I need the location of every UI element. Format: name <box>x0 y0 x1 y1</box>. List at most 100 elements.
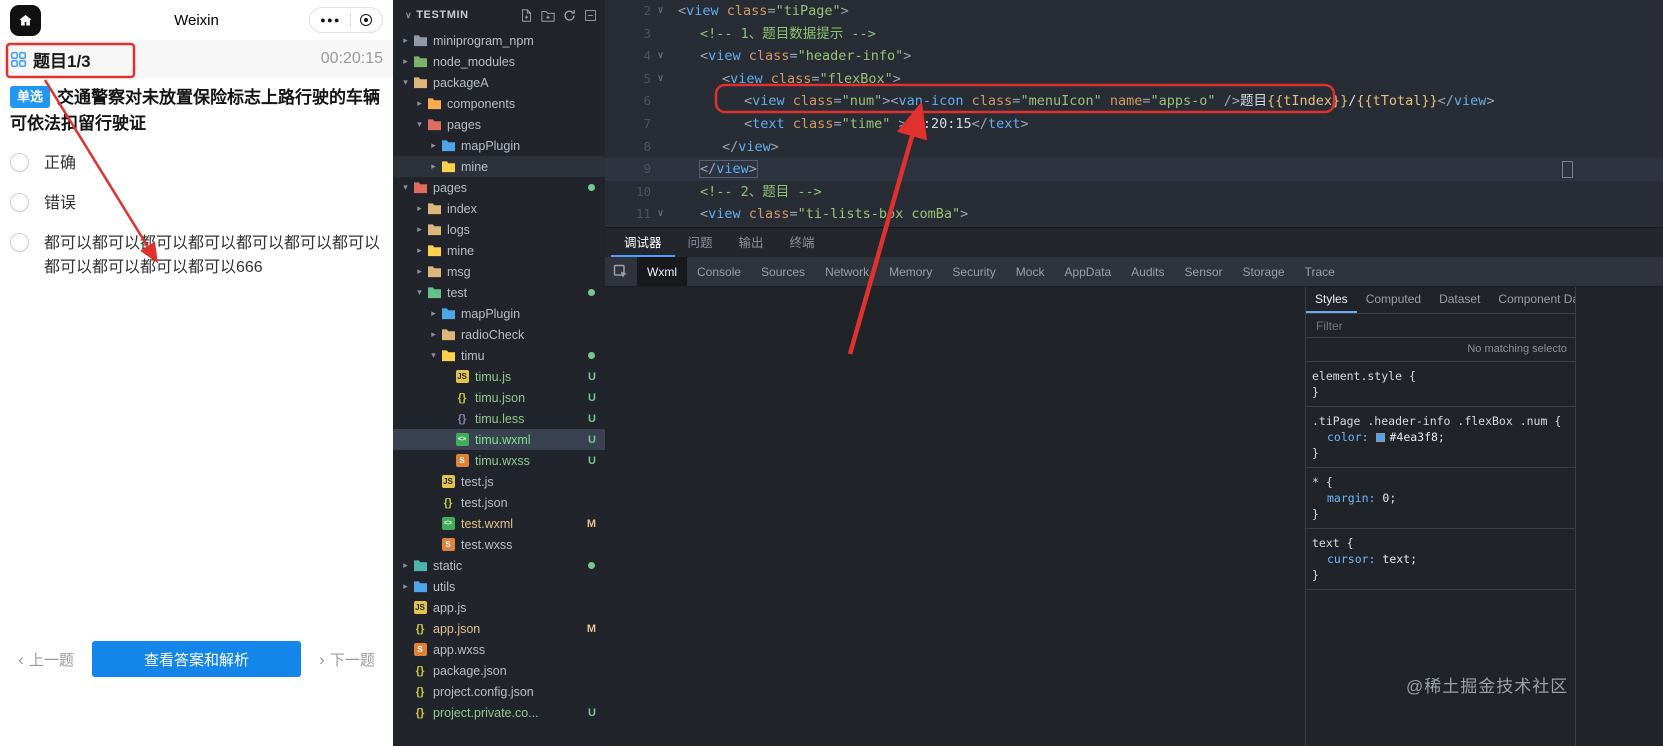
more-icon[interactable]: ●●● <box>320 15 341 25</box>
debugger-tab-调试器[interactable]: 调试器 <box>611 228 675 257</box>
styles-filter-input[interactable] <box>1314 317 1567 334</box>
option-item[interactable]: 正确 <box>10 152 383 175</box>
tree-file-test.wxss[interactable]: Stest.wxss <box>393 534 605 555</box>
chevron-icon[interactable]: ▸ <box>413 266 426 277</box>
tree-file-timu.wxss[interactable]: Stimu.wxss U <box>393 450 605 471</box>
tree-folder-mapPlugin[interactable]: ▸ mapPlugin <box>393 135 605 156</box>
tree-file-test.js[interactable]: JS test.js <box>393 471 605 492</box>
tree-folder-packageA[interactable]: ▾ packageA <box>393 72 605 93</box>
tree-file-app.json[interactable]: {} app.json M <box>393 618 605 639</box>
chevron-icon[interactable]: ▾ <box>413 119 426 130</box>
tree-file-test.wxml[interactable]: <> test.wxml M <box>393 513 605 534</box>
tree-folder-pages[interactable]: ▾ pages <box>393 177 605 198</box>
fold-icon[interactable]: ∨ <box>651 0 670 23</box>
tree-file-project.private.co...[interactable]: {} project.private.co... U <box>393 702 605 723</box>
chevron-icon[interactable]: ▾ <box>413 287 426 298</box>
fold-icon[interactable]: ∨ <box>651 45 670 68</box>
chevron-icon[interactable]: ▸ <box>413 245 426 256</box>
tree-folder-utils[interactable]: ▸ utils <box>393 576 605 597</box>
code-line-7[interactable]: 7 <text class="time" >00:20:15</text> <box>605 113 1663 136</box>
tree-folder-index[interactable]: ▸ index <box>393 198 605 219</box>
exit-miniprogram-icon[interactable] <box>360 14 372 26</box>
collapse-all-icon[interactable] <box>584 9 597 22</box>
code-line-8[interactable]: 8 </view> <box>605 136 1663 159</box>
chevron-icon[interactable]: ▸ <box>413 224 426 235</box>
devtools-tab-Trace[interactable]: Trace <box>1295 257 1345 286</box>
code-line-3[interactable]: 3 <!-- 1、题目数据提示 --> <box>605 23 1663 46</box>
devtools-tab-Mock[interactable]: Mock <box>1006 257 1055 286</box>
chevron-icon[interactable]: ▸ <box>427 308 440 319</box>
tree-folder-timu[interactable]: ▾ timu <box>393 345 605 366</box>
tree-file-package.json[interactable]: {} package.json <box>393 660 605 681</box>
tree-folder-logs[interactable]: ▸ logs <box>393 219 605 240</box>
tree-folder-mine[interactable]: ▸ mine <box>393 156 605 177</box>
chevron-icon[interactable]: ▸ <box>399 35 412 46</box>
devtools-tab-Network[interactable]: Network <box>815 257 879 286</box>
devtools-tab-Console[interactable]: Console <box>687 257 751 286</box>
radio-icon[interactable] <box>10 233 29 253</box>
styles-tab-Dataset[interactable]: Dataset <box>1430 287 1489 313</box>
chevron-icon[interactable]: ▸ <box>427 329 440 340</box>
styles-tab-Component Data[interactable]: Component Data <box>1489 287 1575 313</box>
code-line-6[interactable]: 6 <view class="num"><van-icon class="menu… <box>605 90 1663 113</box>
tree-folder-components[interactable]: ▸ components <box>393 93 605 114</box>
tree-file-test.json[interactable]: {} test.json <box>393 492 605 513</box>
tree-file-timu.wxml[interactable]: <> timu.wxml U <box>393 429 605 450</box>
radio-icon[interactable] <box>10 193 29 213</box>
new-file-icon[interactable] <box>520 8 533 22</box>
devtools-tab-Security[interactable]: Security <box>942 257 1005 286</box>
chevron-icon[interactable]: ▸ <box>413 98 426 109</box>
tree-file-project.config.json[interactable]: {} project.config.json <box>393 681 605 702</box>
chevron-icon[interactable]: ▸ <box>427 161 440 172</box>
devtools-tab-Audits[interactable]: Audits <box>1121 257 1174 286</box>
tree-folder-pages[interactable]: ▾ pages <box>393 114 605 135</box>
chevron-icon[interactable]: ▾ <box>399 77 412 88</box>
home-button[interactable] <box>10 4 41 36</box>
tree-file-timu.js[interactable]: JS timu.js U <box>393 366 605 387</box>
tree-folder-msg[interactable]: ▸ msg <box>393 261 605 282</box>
wxml-elements-pane[interactable] <box>605 287 1305 746</box>
radio-icon[interactable] <box>10 153 29 172</box>
fold-icon[interactable]: ∨ <box>651 203 670 226</box>
prev-question-button[interactable]: ‹ 上一题 <box>0 641 92 677</box>
styles-tab-Computed[interactable]: Computed <box>1357 287 1430 313</box>
chevron-down-icon[interactable]: ∨ <box>405 10 412 21</box>
debugger-tab-终端[interactable]: 终端 <box>777 228 828 257</box>
tree-folder-miniprogram_npm[interactable]: ▸ miniprogram_npm <box>393 30 605 51</box>
devtools-tab-Memory[interactable]: Memory <box>879 257 942 286</box>
code-editor[interactable]: 2 ∨ <view class="tiPage"> 3 <!-- 1、题目数据提示 --… <box>605 0 1663 227</box>
fold-icon[interactable]: ∨ <box>651 68 670 91</box>
devtools-tab-Sources[interactable]: Sources <box>751 257 815 286</box>
tree-folder-node_modules[interactable]: ▸ node_modules <box>393 51 605 72</box>
color-swatch[interactable] <box>1376 433 1386 442</box>
tree-folder-static[interactable]: ▸ static <box>393 555 605 576</box>
inspect-element-icon[interactable] <box>605 264 637 280</box>
code-line-5[interactable]: 5 ∨ <view class="flexBox"> <box>605 68 1663 91</box>
chevron-icon[interactable]: ▸ <box>413 203 426 214</box>
next-question-button[interactable]: › 下一题 <box>301 641 393 677</box>
chevron-icon[interactable]: ▸ <box>427 140 440 151</box>
tree-folder-mine[interactable]: ▸ mine <box>393 240 605 261</box>
code-line-10[interactable]: 10 <!-- 2、题目 --> <box>605 181 1663 204</box>
devtools-tab-AppData[interactable]: AppData <box>1054 257 1121 286</box>
chevron-icon[interactable]: ▸ <box>399 560 412 571</box>
code-line-11[interactable]: 11 ∨ <view class="ti-lists-box comBa"> <box>605 203 1663 226</box>
chevron-icon[interactable]: ▾ <box>399 182 412 193</box>
new-folder-icon[interactable] <box>541 9 555 22</box>
option-item[interactable]: 都可以都可以都可以都可以都可以都可以都可以都可以都可以都可以都可以666 <box>10 232 383 278</box>
debugger-tab-输出[interactable]: 输出 <box>726 228 777 257</box>
devtools-tab-Wxml[interactable]: Wxml <box>637 257 687 286</box>
code-line-2[interactable]: 2 ∨ <view class="tiPage"> <box>605 0 1663 23</box>
tree-file-timu.less[interactable]: {} timu.less U <box>393 408 605 429</box>
chevron-icon[interactable]: ▾ <box>427 350 440 361</box>
styles-tab-Styles[interactable]: Styles <box>1306 287 1357 313</box>
tree-file-app.js[interactable]: JS app.js <box>393 597 605 618</box>
view-answer-button[interactable]: 查看答案和解析 <box>92 641 301 677</box>
devtools-tab-Storage[interactable]: Storage <box>1233 257 1295 286</box>
code-line-9[interactable]: 9 </view> <box>605 158 1663 181</box>
tree-folder-radioCheck[interactable]: ▸ radioCheck <box>393 324 605 345</box>
option-item[interactable]: 错误 <box>10 192 383 215</box>
tree-folder-test[interactable]: ▾ test <box>393 282 605 303</box>
chevron-icon[interactable]: ▸ <box>399 581 412 592</box>
tree-folder-mapPlugin[interactable]: ▸ mapPlugin <box>393 303 605 324</box>
